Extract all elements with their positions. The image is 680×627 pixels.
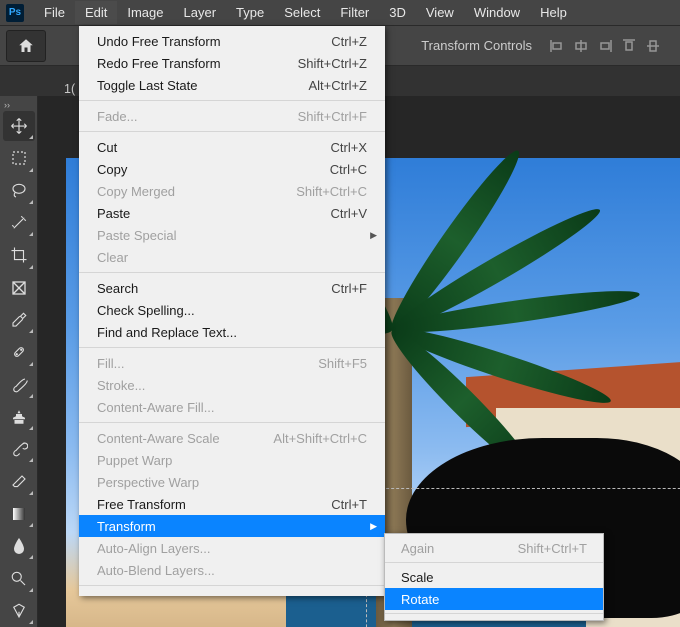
tool-pen[interactable] (3, 596, 35, 626)
menuitem-toggle-last-state[interactable]: Toggle Last StateAlt+Ctrl+Z (79, 74, 385, 96)
menuitem-check-spelling[interactable]: Check Spelling... (79, 299, 385, 321)
menu-file[interactable]: File (34, 1, 75, 24)
submenuitem-again: AgainShift+Ctrl+T (385, 537, 603, 559)
align-right-icon[interactable] (594, 35, 616, 57)
menuitem-cut[interactable]: CutCtrl+X (79, 136, 385, 158)
menu-edit[interactable]: Edit (75, 1, 117, 24)
menuitem-redo[interactable]: Redo Free TransformShift+Ctrl+Z (79, 52, 385, 74)
menuitem-copy[interactable]: CopyCtrl+C (79, 158, 385, 180)
menubar: Ps File Edit Image Layer Type Select Fil… (0, 0, 680, 26)
tool-history-brush[interactable] (3, 434, 35, 464)
menu-filter[interactable]: Filter (330, 1, 379, 24)
menuitem-content-aware-scale: Content-Aware ScaleAlt+Shift+Ctrl+C (79, 427, 385, 449)
tool-lasso[interactable] (3, 176, 35, 206)
tool-clone[interactable] (3, 402, 35, 432)
align-icons (546, 35, 664, 57)
menu-help[interactable]: Help (530, 1, 577, 24)
menu-view[interactable]: View (416, 1, 464, 24)
tool-marquee[interactable] (3, 143, 35, 173)
tool-frame[interactable] (3, 273, 35, 303)
tool-move[interactable] (3, 111, 35, 141)
tool-eyedropper[interactable] (3, 305, 35, 335)
expand-tools-icon[interactable]: ›› (0, 100, 37, 110)
tool-crop[interactable] (3, 240, 35, 270)
align-left-icon[interactable] (546, 35, 568, 57)
tool-gradient[interactable] (3, 499, 35, 529)
align-center-v-icon[interactable] (642, 35, 664, 57)
menu-type[interactable]: Type (226, 1, 274, 24)
menuitem-auto-blend: Auto-Blend Layers... (79, 559, 385, 581)
menuitem-free-transform[interactable]: Free TransformCtrl+T (79, 493, 385, 515)
menuitem-clear: Clear (79, 246, 385, 268)
tool-dodge[interactable] (3, 563, 35, 593)
tool-brush[interactable] (3, 370, 35, 400)
menuitem-transform[interactable]: Transform (79, 515, 385, 537)
menu-select[interactable]: Select (274, 1, 330, 24)
menuitem-auto-align: Auto-Align Layers... (79, 537, 385, 559)
menu-3d[interactable]: 3D (379, 1, 416, 24)
tool-eraser[interactable] (3, 466, 35, 496)
transform-submenu: AgainShift+Ctrl+T Scale Rotate (384, 533, 604, 621)
tool-healing[interactable] (3, 337, 35, 367)
app-logo: Ps (6, 4, 24, 22)
menuitem-copy-merged: Copy MergedShift+Ctrl+C (79, 180, 385, 202)
submenuitem-scale[interactable]: Scale (385, 566, 603, 588)
menuitem-find-replace[interactable]: Find and Replace Text... (79, 321, 385, 343)
menuitem-paste[interactable]: PasteCtrl+V (79, 202, 385, 224)
menuitem-paste-special: Paste Special (79, 224, 385, 246)
menuitem-undo[interactable]: Undo Free TransformCtrl+Z (79, 30, 385, 52)
home-button[interactable] (6, 30, 46, 62)
tool-magic-wand[interactable] (3, 208, 35, 238)
edit-menu-dropdown: Undo Free TransformCtrl+Z Redo Free Tran… (79, 26, 385, 596)
menuitem-fill: Fill...Shift+F5 (79, 352, 385, 374)
home-icon (17, 37, 35, 55)
tab-partial-left: 1( (60, 82, 75, 96)
tool-blur[interactable] (3, 531, 35, 561)
menu-layer[interactable]: Layer (174, 1, 227, 24)
menuitem-content-aware-fill: Content-Aware Fill... (79, 396, 385, 418)
align-center-h-icon[interactable] (570, 35, 592, 57)
transform-controls-label: Transform Controls (421, 38, 532, 53)
menu-window[interactable]: Window (464, 1, 530, 24)
submenuitem-rotate[interactable]: Rotate (385, 588, 603, 610)
menuitem-fade: Fade...Shift+Ctrl+F (79, 105, 385, 127)
menuitem-puppet-warp: Puppet Warp (79, 449, 385, 471)
menuitem-search[interactable]: SearchCtrl+F (79, 277, 385, 299)
menuitem-stroke: Stroke... (79, 374, 385, 396)
menu-image[interactable]: Image (117, 1, 173, 24)
menuitem-perspective-warp: Perspective Warp (79, 471, 385, 493)
align-top-icon[interactable] (618, 35, 640, 57)
tools-panel: ›› (0, 96, 38, 627)
